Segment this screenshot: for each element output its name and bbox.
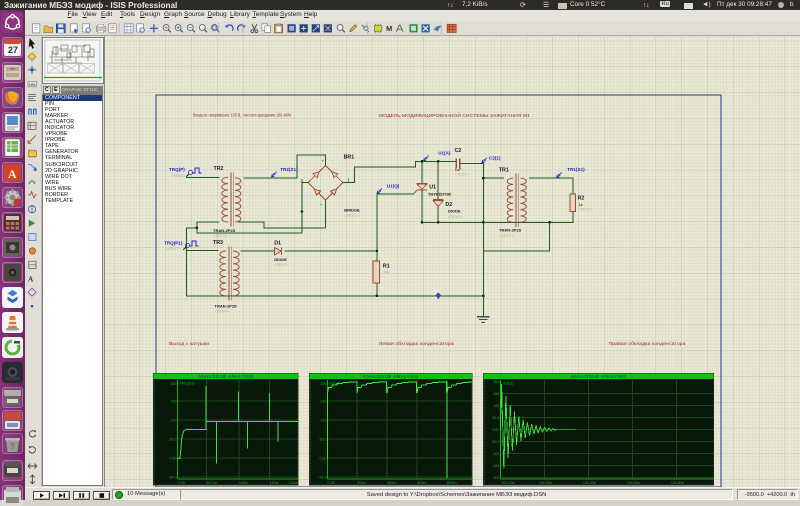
- svg-text:U1(Q): U1(Q): [387, 184, 400, 189]
- svg-text:TR2(S1): TR2(S1): [280, 167, 298, 172]
- svg-text:TRAN-2P2S: TRAN-2P2S: [499, 228, 522, 233]
- svg-text:D2: D2: [445, 202, 452, 208]
- svg-text:TR2: TR2: [214, 166, 224, 172]
- svg-text:Правая обкладка конденсатора: Правая обкладка конденсатора: [609, 341, 687, 346]
- svg-text:<TEXT>: <TEXT>: [167, 246, 182, 251]
- svg-text:100.80m: 100.80m: [671, 481, 684, 485]
- svg-text:200m: 200m: [289, 481, 299, 485]
- svg-text:100: 100: [493, 404, 499, 408]
- svg-text:100: 100: [171, 419, 177, 423]
- svg-text:100.00m: 100.00m: [502, 481, 515, 485]
- svg-text:ANALOGUE ANALYSIS: ANALOGUE ANALYSIS: [363, 374, 418, 379]
- svg-text:0.00: 0.00: [492, 428, 499, 432]
- svg-text:TRQ(S1): TRQ(S1): [180, 381, 196, 385]
- svg-text:<TEXT>: <TEXT>: [499, 233, 514, 238]
- svg-text:TR1(S1): TR1(S1): [567, 167, 585, 172]
- svg-text:D1: D1: [274, 241, 281, 247]
- svg-text:150: 150: [321, 400, 327, 404]
- svg-text:C2(1): C2(1): [504, 382, 514, 386]
- svg-text:<TEXT>: <TEXT>: [344, 213, 359, 218]
- svg-text:<TEXT>: <TEXT>: [448, 214, 463, 219]
- svg-text:<TEXT>: <TEXT>: [455, 172, 470, 177]
- svg-text:50.0m: 50.0m: [206, 481, 217, 485]
- svg-text:0.00: 0.00: [328, 481, 335, 485]
- svg-text:-50.0: -50.0: [168, 476, 176, 480]
- svg-text:600m: 600m: [417, 481, 427, 485]
- svg-text:10k: 10k: [383, 270, 389, 275]
- svg-text:M: M: [386, 24, 392, 33]
- svg-text:200m: 200m: [357, 481, 367, 485]
- svg-text:TRQ(P1): TRQ(P1): [164, 240, 183, 245]
- svg-text:100.20m: 100.20m: [539, 481, 552, 485]
- svg-text:TRQ(P): TRQ(P): [169, 167, 185, 172]
- svg-text:1uF: 1uF: [455, 167, 462, 172]
- svg-text:0.00: 0.00: [320, 457, 327, 461]
- svg-text:<TEXT>: <TEXT>: [578, 207, 593, 212]
- svg-text:Входное напряжение 100 В , час: Входное напряжение 100 В , частота враще…: [193, 113, 291, 118]
- svg-text:150: 150: [171, 400, 177, 404]
- svg-text:Левая обкладка конденсатора: Левая обкладка конденсатора: [379, 341, 455, 346]
- svg-text:150: 150: [493, 392, 499, 396]
- svg-text:50.0: 50.0: [320, 438, 327, 442]
- svg-text:-100: -100: [492, 452, 499, 456]
- svg-text:200: 200: [321, 382, 327, 386]
- svg-text:100.40m: 100.40m: [583, 481, 596, 485]
- svg-text:A: A: [8, 167, 17, 181]
- svg-text:800m: 800m: [447, 481, 457, 485]
- svg-text:0.00: 0.00: [178, 481, 185, 485]
- svg-text:A: A: [28, 276, 34, 284]
- svg-text:U1(A): U1(A): [438, 150, 451, 155]
- svg-text:LBL: LBL: [29, 82, 37, 87]
- svg-text:C2: C2: [455, 148, 462, 154]
- svg-text:<TEXT>: <TEXT>: [171, 173, 186, 178]
- svg-text:400m: 400m: [387, 481, 397, 485]
- svg-text:BRIDGE: BRIDGE: [344, 208, 360, 213]
- svg-text:C2(1): C2(1): [489, 156, 501, 161]
- svg-text:-50.0: -50.0: [491, 440, 499, 444]
- svg-text:TR3: TR3: [213, 240, 223, 246]
- svg-text:<TEXT>: <TEXT>: [215, 309, 230, 314]
- svg-text:BR1: BR1: [344, 155, 355, 161]
- svg-text:<TEXT>: <TEXT>: [274, 262, 289, 267]
- svg-text:100: 100: [321, 419, 327, 423]
- svg-text:Выход с катушки: Выход с катушки: [169, 341, 210, 346]
- svg-text:100.60m: 100.60m: [627, 481, 640, 485]
- svg-text:150m: 150m: [270, 481, 280, 485]
- svg-text:TR1: TR1: [499, 167, 509, 173]
- svg-text:1k: 1k: [578, 202, 582, 207]
- svg-text:100m: 100m: [239, 481, 249, 485]
- svg-text:27: 27: [8, 45, 18, 55]
- svg-text:-150: -150: [492, 464, 499, 468]
- svg-text:U1: U1: [429, 185, 436, 191]
- svg-text:R2: R2: [578, 196, 585, 202]
- svg-text:<TEXT>: <TEXT>: [213, 233, 228, 238]
- svg-text:0.00: 0.00: [170, 457, 177, 461]
- svg-text:-200: -200: [492, 476, 499, 480]
- svg-text:50.0: 50.0: [170, 438, 177, 442]
- svg-text:?: ?: [10, 442, 15, 451]
- svg-text:200: 200: [493, 380, 499, 384]
- svg-text:THYRISTOR: THYRISTOR: [428, 191, 451, 196]
- svg-text:ANALOGUE ANALYSIS: ANALOGUE ANALYSIS: [198, 374, 253, 379]
- svg-text:МОДЕЛЬ МОДИФИЦИРОВАННОЙ СИСТЕМ: МОДЕЛЬ МОДИФИЦИРОВАННОЙ СИСТЕМЫ ЗАЖИГАНИ…: [379, 111, 530, 118]
- svg-text:50.0: 50.0: [492, 416, 499, 420]
- svg-text:ANALOGUE ANALYSIS: ANALOGUE ANALYSIS: [571, 374, 626, 379]
- svg-text:-50.0: -50.0: [318, 476, 326, 480]
- svg-text:200: 200: [171, 382, 177, 386]
